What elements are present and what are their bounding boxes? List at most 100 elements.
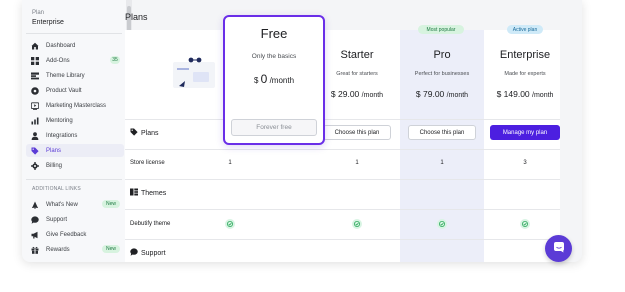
sidebar-item-add-ons[interactable]: Add-Ons 35 [26,54,124,67]
enterprise-price-period: /month [532,92,554,99]
starter-choose-plan-button[interactable]: Choose this plan [323,125,391,140]
starter-plan-subtitle: Great for starters [336,71,378,77]
sidebar-item-dashboard[interactable]: Dashboard [26,39,124,52]
free-price-period: /month [269,76,295,85]
support-row-label: Support [141,249,166,257]
sidebar-item-support[interactable]: Support [26,213,124,226]
page-title: Plans [125,12,148,22]
sidebar-item-theme-library[interactable]: Theme Library [26,69,124,82]
sidebar-item-label: Give Feedback [46,231,87,238]
pro-price-period: /month [446,92,469,99]
home-icon [31,42,39,50]
vault-icon [31,86,39,95]
row-divider [125,209,560,210]
enterprise-check-icon [520,219,530,229]
enterprise-plan-subtitle: Made for experts [504,71,546,77]
starter-check-icon [352,219,362,229]
sidebar-item-integrations[interactable]: Integrations [26,129,124,142]
additional-links-heading: ADDITIONAL LINKS [32,186,81,192]
plans-comparison-table: Starter Great for starters $ 29.00 /mont… [125,25,560,262]
person-icon [31,131,39,140]
add-ons-count-badge: 35 [110,56,120,64]
plans-illustration [163,54,223,98]
chat-icon [130,248,138,258]
themes-row-label: Themes [141,189,167,197]
sidebar-item-product-vault[interactable]: Product Vault [26,84,124,97]
sidebar-item-give-feedback[interactable]: Give Feedback [26,228,124,241]
starter-plan-price: $ 29.00 /month [315,89,399,99]
new-badge: New [101,245,120,253]
row-divider [125,119,560,120]
chat-launcher-button[interactable] [545,235,572,262]
pro-price-value: $ 79.00 [415,89,445,99]
sidebar-item-label: Integrations [46,132,78,139]
enterprise-store-license-value: 3 [523,160,527,166]
tag-icon [130,128,138,138]
sidebar-item-label: Dashboard [46,42,76,49]
sidebar: Plan Enterprise Dashboard Add-Ons 35 The… [22,0,126,262]
sidebar-item-label: Add-Ons [46,57,70,64]
debutify-theme-label: Debutify theme [130,221,171,227]
enterprise-plan-name: Enterprise [499,49,551,61]
sidebar-item-marketing-masterclass[interactable]: Marketing Masterclass [26,99,124,112]
sidebar-item-label: Rewards [46,246,70,253]
sidebar-item-label: Theme Library [46,72,85,79]
megaphone-icon [31,231,39,239]
starter-price-value: $ 29.00 [330,89,360,99]
chat-icon [553,240,565,258]
support-row-header: Support [130,248,166,258]
forever-free-button[interactable]: Forever free [231,119,317,136]
sidebar-item-billing[interactable]: Billing [26,159,124,172]
library-icon [31,72,39,80]
free-price-currency: $ [253,76,259,85]
grid-icon [31,56,39,65]
sidebar-item-whats-new[interactable]: What's New New [26,198,124,211]
active-plan-badge: Active plan [507,25,543,34]
pro-plan-name: Pro [433,49,451,61]
free-plan-card[interactable]: Free Only the basics $ 0 /month Forever … [223,15,325,145]
sidebar-item-label: Mentoring [46,117,73,124]
free-plan-subtitle: Only the basics [251,53,297,60]
sidebar-divider [26,179,122,180]
pro-store-license-value: 1 [440,160,444,166]
sidebar-item-label: Product Vault [46,87,82,94]
sidebar-item-rewards[interactable]: Rewards New [26,243,124,256]
pro-check-icon [437,219,447,229]
sidebar-item-plans[interactable]: Plans [26,144,124,157]
row-divider [125,149,560,150]
manage-my-plan-button[interactable]: Manage my plan [490,125,560,140]
sidebar-item-label: Marketing Masterclass [46,102,107,109]
sidebar-item-label: What's New [46,201,78,208]
video-icon [31,101,39,110]
free-check-icon [225,219,235,229]
current-plan-name: Enterprise [32,19,64,26]
enterprise-price-value: $ 149.00 [496,89,530,99]
new-badge: New [101,200,120,208]
sidebar-item-label: Billing [46,162,63,169]
starter-plan-name: Starter [340,49,374,61]
plan-caption: Plan [32,10,45,16]
sidebar-item-mentoring[interactable]: Mentoring [26,114,124,127]
pro-plan-price: $ 79.00 /month [400,89,484,99]
free-plan-name: Free [260,26,288,41]
row-divider [125,179,560,180]
chat-icon [31,215,39,224]
plans-row-label: Plans [141,129,159,137]
gear-icon [31,161,39,170]
chart-icon [31,117,39,125]
bell-icon [31,201,39,209]
starter-store-license-value: 1 [355,160,359,166]
sidebar-item-label: Plans [46,147,62,154]
tag-icon [31,147,39,155]
library-icon [130,188,138,198]
gift-icon [31,246,39,254]
most-popular-badge: Most popular [418,25,464,34]
pro-plan-subtitle: Perfect for businesses [414,71,470,77]
store-license-label: Store license [130,160,165,166]
themes-row-header: Themes [130,188,166,198]
pro-choose-plan-button[interactable]: Choose this plan [408,125,476,140]
sidebar-item-label: Support [46,216,68,223]
sidebar-divider [26,33,122,34]
free-price-value: 0 [260,72,268,86]
free-store-license-value: 1 [228,160,232,166]
